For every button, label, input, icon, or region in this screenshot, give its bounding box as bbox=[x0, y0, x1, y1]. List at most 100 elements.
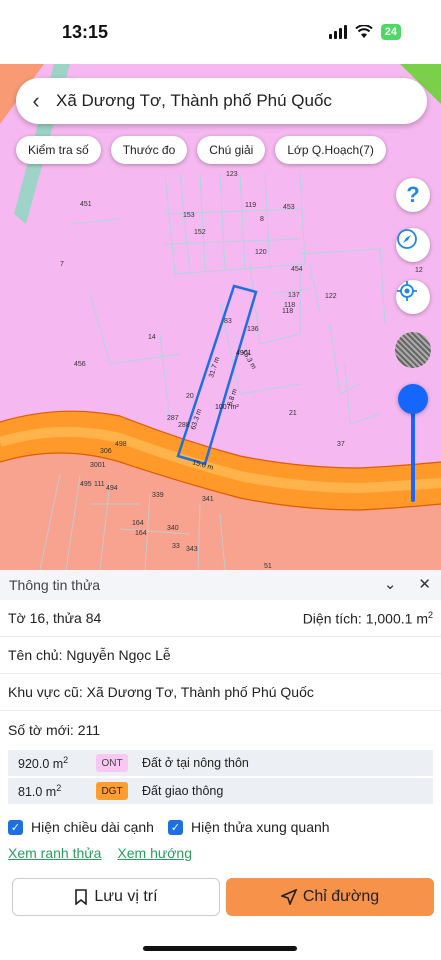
parcel-number: 122 bbox=[325, 293, 337, 300]
legend-chip[interactable]: Chú giải bbox=[197, 136, 266, 164]
parcel-area: Diện tích: 1,000.1 m2 bbox=[302, 609, 433, 627]
ruler-chip[interactable]: Thước đo bbox=[110, 136, 188, 164]
checkmark-icon: ✓ bbox=[167, 819, 183, 835]
parcel-number: 37 bbox=[337, 441, 345, 448]
parcel-number: 83 bbox=[224, 318, 232, 325]
land-use-row: 920.0 m2 ONT Đất ở tại nông thôn bbox=[8, 750, 433, 778]
bookmark-icon bbox=[75, 889, 88, 905]
parcel-number: 20 bbox=[186, 393, 194, 400]
panel-header: Thông tin thửa ⌄ ✕ bbox=[0, 570, 441, 600]
wifi-icon bbox=[355, 25, 373, 38]
compass-button[interactable] bbox=[396, 228, 430, 262]
panel-links: Xem ranh thửa Xem hướng bbox=[0, 842, 441, 864]
parcel-number: 341 bbox=[202, 496, 214, 503]
show-edge-length-checkbox[interactable]: ✓ Hiện chiều dài cạnh bbox=[8, 819, 154, 835]
satellite-layer-button[interactable] bbox=[395, 332, 431, 368]
signal-icon bbox=[328, 25, 347, 39]
parcel-number: 12 bbox=[415, 267, 423, 274]
sheet-parcel: Tờ 16, thửa 84 bbox=[8, 610, 102, 626]
checkmark-icon: ✓ bbox=[8, 819, 23, 835]
panel-actions: Lưu vị trí Chỉ đường bbox=[12, 878, 434, 916]
parcel-number: 123 bbox=[226, 171, 238, 178]
parcel-number: 164 bbox=[132, 520, 144, 527]
home-indicator bbox=[143, 946, 297, 951]
parcel-number: 495 bbox=[80, 481, 92, 488]
parcel-number: 111 bbox=[94, 481, 105, 488]
back-arrow-icon[interactable]: ‹ bbox=[16, 88, 56, 114]
parcel-number: 340 bbox=[167, 525, 179, 532]
help-button[interactable]: ? bbox=[396, 178, 430, 212]
parcel-number: 164 bbox=[135, 530, 147, 537]
land-use-description: Đất ở tại nông thôn bbox=[142, 756, 249, 770]
parcel-number: 14 bbox=[148, 334, 156, 341]
land-use-table: 920.0 m2 ONT Đất ở tại nông thôn 81.0 m2… bbox=[8, 750, 433, 806]
new-sheet-number: Số tờ mới: 211 bbox=[8, 721, 101, 738]
land-use-code-badge: ONT bbox=[96, 754, 128, 772]
parcel-number: 339 bbox=[152, 492, 164, 499]
land-use-code-badge: DGT bbox=[96, 782, 128, 800]
parcel-number: 21 bbox=[289, 410, 297, 417]
parcel-number: 4901 bbox=[236, 350, 252, 357]
parcel-number: 51 bbox=[264, 563, 272, 570]
land-use-row: 81.0 m2 DGT Đất giao thông bbox=[8, 778, 433, 806]
parcel-number: 306 bbox=[100, 448, 112, 455]
parcel-area-label: 1007m² bbox=[215, 404, 239, 411]
land-use-area: 920.0 m2 bbox=[18, 754, 69, 772]
planning-layers-chip[interactable]: Lớp Q.Hoạch(7) bbox=[275, 136, 386, 164]
land-use-description: Đất giao thông bbox=[142, 784, 224, 798]
display-options: ✓ Hiện chiều dài cạnh ✓ Hiện thửa xung q… bbox=[0, 812, 441, 842]
parcel-number: 343 bbox=[186, 546, 198, 553]
map-tools: Kiểm tra số Thước đo Chú giải Lớp Q.Hoạc… bbox=[16, 136, 386, 164]
old-area-row: Khu vực cũ: Xã Dương Tơ, Thành phố Phú Q… bbox=[0, 674, 441, 711]
directions-label: Chỉ đường bbox=[302, 888, 380, 905]
show-edge-length-label: Hiện chiều dài cạnh bbox=[31, 819, 154, 835]
owner-row: Tên chủ: Nguyễn Ngọc Lễ bbox=[0, 637, 441, 674]
view-direction-link[interactable]: Xem hướng bbox=[117, 845, 192, 861]
parcel-number: 153 bbox=[183, 212, 195, 219]
help-icon: ? bbox=[406, 182, 420, 207]
close-icon[interactable]: ✕ bbox=[418, 575, 431, 593]
search-bar[interactable]: ‹ Xã Dương Tơ, Thành phố Phú Quốc bbox=[16, 78, 427, 124]
land-use-area: 81.0 m2 bbox=[18, 782, 62, 800]
battery-icon: 24 bbox=[380, 24, 401, 40]
sheet-parcel-row: Tờ 16, thửa 84 Diện tích: 1,000.1 m2 bbox=[0, 600, 441, 637]
status-time: 13:15 bbox=[62, 22, 109, 42]
location-title[interactable]: Xã Dương Tơ, Thành phố Phú Quốc bbox=[56, 91, 332, 111]
check-number-chip[interactable]: Kiểm tra số bbox=[16, 136, 101, 164]
status-icons: 24 bbox=[328, 24, 401, 40]
parcel-number: 136 bbox=[247, 326, 259, 333]
parcel-number: 118 bbox=[282, 308, 294, 315]
parcel-info-panel: Thông tin thửa ⌄ ✕ Tờ 16, thửa 84 Diện t… bbox=[0, 570, 441, 960]
parcel-number: 494 bbox=[106, 485, 118, 492]
parcel-number: 453 bbox=[283, 204, 295, 211]
parcel-number: 451 bbox=[80, 201, 92, 208]
parcel-number: 119 bbox=[245, 202, 257, 209]
show-neighbors-checkbox[interactable]: ✓ Hiện thửa xung quanh bbox=[167, 819, 330, 835]
parcel-number: 7 bbox=[60, 261, 64, 268]
save-location-label: Lưu vị trí bbox=[94, 888, 158, 905]
parcel-number: 33 bbox=[172, 543, 180, 550]
status-bar: 13:15 24 bbox=[0, 0, 441, 64]
parcel-number: 454 bbox=[291, 266, 303, 273]
view-boundary-link[interactable]: Xem ranh thửa bbox=[8, 845, 101, 861]
parcel-number: 456 bbox=[74, 361, 86, 368]
chevron-down-icon[interactable]: ⌄ bbox=[384, 575, 397, 593]
map-view[interactable]: 123 451 153 119 453 8 152 120 454 7 137 … bbox=[0, 64, 441, 570]
locate-icon bbox=[397, 281, 417, 301]
save-location-button[interactable]: Lưu vị trí bbox=[12, 878, 220, 916]
show-neighbors-label: Hiện thửa xung quanh bbox=[190, 819, 330, 835]
parcel-number: 288 bbox=[178, 422, 190, 429]
compass-icon bbox=[397, 229, 417, 249]
old-area: Khu vực cũ: Xã Dương Tơ, Thành phố Phú Q… bbox=[8, 684, 314, 700]
panel-title: Thông tin thửa bbox=[9, 577, 101, 593]
owner-name: Tên chủ: Nguyễn Ngọc Lễ bbox=[8, 647, 171, 663]
parcel-number: 8 bbox=[260, 216, 264, 223]
directions-button[interactable]: Chỉ đường bbox=[226, 878, 434, 916]
parcel-number: 498 bbox=[115, 441, 127, 448]
parcel-number: 120 bbox=[255, 249, 267, 256]
my-location-button[interactable] bbox=[396, 280, 430, 314]
opacity-slider-knob[interactable] bbox=[398, 384, 428, 414]
new-sheet-row: Số tờ mới: 211 bbox=[0, 711, 441, 748]
parcel-number: 3001 bbox=[90, 462, 106, 469]
parcel-number: 152 bbox=[194, 229, 206, 236]
